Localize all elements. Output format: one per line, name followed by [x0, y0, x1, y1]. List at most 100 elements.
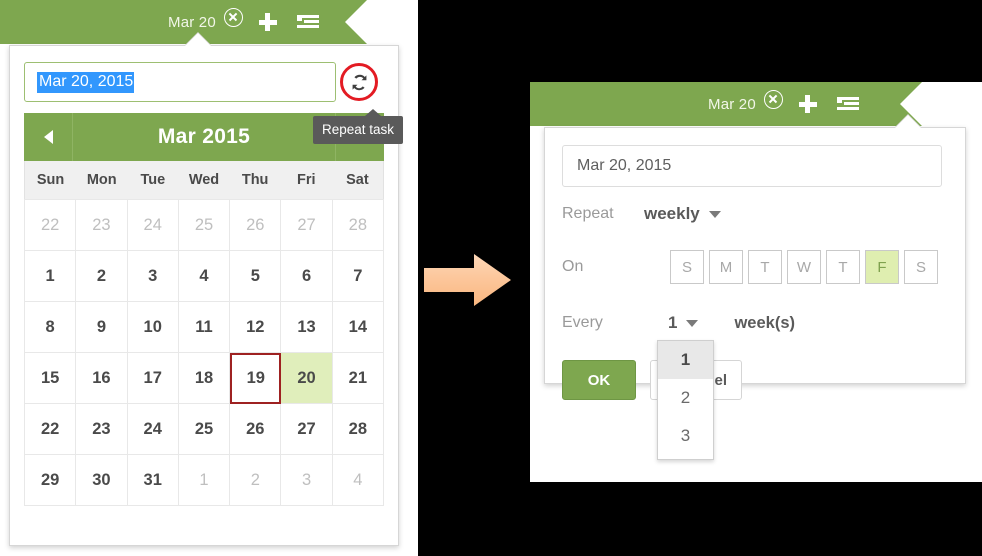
calendar-weekday-thu: Thu [241, 172, 269, 188]
repeat-frequency-select[interactable]: weekly [644, 204, 700, 224]
calendar-day-cell[interactable]: 19 [230, 353, 282, 404]
tooltip-text: Repeat task [322, 122, 395, 137]
interval-select-value[interactable]: 1 [668, 313, 677, 333]
weekday-toggle-5[interactable]: F [865, 250, 899, 284]
calendar-day-cell[interactable]: 23 [76, 404, 128, 455]
calendar-day-cell[interactable]: 25 [178, 200, 231, 251]
plus-icon[interactable] [798, 95, 817, 113]
right-banner-content: Mar 20 [708, 82, 859, 126]
calendar-weekday-row: Sun Mon Tue Wed Thu Fri Sat [24, 161, 384, 199]
left-banner-tip [345, 0, 367, 44]
calendar-day-cell[interactable]: 26 [230, 404, 282, 455]
calendar-day-cell[interactable]: 8 [25, 302, 77, 353]
chevron-down-icon[interactable] [708, 210, 721, 218]
chevron-left-icon [43, 130, 53, 144]
screenshot-stage: Mar 20 Mar 20, 2015 Mar 2015 Sun Mon Tue… [0, 0, 982, 556]
weekday-toggle-1[interactable]: M [709, 250, 743, 284]
indent-list-icon[interactable] [296, 14, 319, 30]
weekday-toggle-2[interactable]: T [748, 250, 782, 284]
calendar-day-cell[interactable]: 27 [281, 404, 333, 455]
right-panel: Mar 20 Mar 20, 2015 Repeat weekly On SMT… [530, 82, 982, 482]
cancel-button-label: el [714, 371, 727, 389]
dropdown-option-2[interactable]: 2 [658, 379, 713, 417]
calendar-day-cell[interactable]: 25 [178, 404, 231, 455]
on-label: On [562, 258, 584, 275]
calendar-day-cell[interactable]: 15 [25, 353, 77, 404]
calendar-day-cell[interactable]: 24 [127, 404, 179, 455]
repeat-date-input[interactable]: Mar 20, 2015 [562, 145, 942, 187]
weekday-toggle-0[interactable]: S [670, 250, 704, 284]
left-panel: Mar 20 Mar 20, 2015 Mar 2015 Sun Mon Tue… [0, 0, 418, 556]
calendar-day-cell[interactable]: 17 [127, 353, 179, 404]
repeat-task-tooltip: Repeat task [313, 109, 404, 144]
calendar-day-cell[interactable]: 16 [76, 353, 128, 404]
left-banner-date-label: Mar 20 [168, 13, 216, 31]
calendar-day-cell[interactable]: 21 [332, 353, 384, 404]
ok-button[interactable]: OK [562, 360, 636, 400]
weekday-toggle-6[interactable]: S [904, 250, 938, 284]
repeat-task-button[interactable] [340, 63, 382, 105]
ok-button-label: OK [587, 371, 611, 389]
calendar-day-cell[interactable]: 9 [76, 302, 128, 353]
calendar-day-cell[interactable]: 11 [178, 302, 231, 353]
calendar-day-cell[interactable]: 3 [127, 251, 179, 302]
calendar-weekday-fri: Fri [297, 172, 316, 188]
calendar-day-grid: 22 23 24 25 26 27 28 1 2 3 4 5 6 7 8 9 10 11 12 13 14 15 16 17 1… [24, 199, 384, 506]
calendar-day-cell[interactable]: 1 [25, 251, 77, 302]
popup-caret [185, 33, 211, 46]
calendar-day-cell[interactable]: 28 [332, 404, 384, 455]
calendar-weekday-wed: Wed [188, 172, 220, 188]
calendar-day-cell[interactable]: 31 [127, 455, 179, 506]
dropdown-options: 123 [658, 341, 713, 455]
calendar-day-cell[interactable]: 7 [332, 251, 384, 302]
calendar-day-cell[interactable]: 29 [25, 455, 77, 506]
calendar-day-cell[interactable]: 26 [230, 200, 282, 251]
repeat-date-input-value: Mar 20, 2015 [577, 157, 672, 174]
dropdown-option-3[interactable]: 3 [658, 417, 713, 455]
calendar-day-cell[interactable]: 14 [332, 302, 384, 353]
interval-unit-label: week(s) [734, 313, 795, 332]
calendar-day-cell[interactable]: 24 [127, 200, 179, 251]
right-arrow-icon [424, 254, 511, 306]
calendar-day-cell[interactable]: 13 [281, 302, 333, 353]
calendar-day-cell[interactable]: 6 [281, 251, 333, 302]
calendar-day-cell[interactable]: 22 [25, 200, 77, 251]
calendar-day-cell[interactable]: 5 [230, 251, 282, 302]
weekday-toggle-3[interactable]: W [787, 250, 821, 284]
calendar-day-cell[interactable]: 2 [76, 251, 128, 302]
calendar-day-cell[interactable]: 4 [178, 251, 231, 302]
calendar-day-cell[interactable]: 28 [332, 200, 384, 251]
calendar-day-cell[interactable]: 2 [230, 455, 282, 506]
calendar-day-cell[interactable]: 3 [281, 455, 333, 506]
calendar-day-cell[interactable]: 18 [178, 353, 231, 404]
date-input[interactable]: Mar 20, 2015 [24, 62, 336, 102]
repeat-task-dialog: Mar 20, 2015 Repeat weekly On SMTWTFS Ev… [544, 115, 966, 460]
calendar-day-cell[interactable]: 30 [76, 455, 128, 506]
repeat-frequency-row: Repeat weekly [562, 204, 721, 224]
weekday-toggle-group: SMTWTFS [670, 250, 938, 284]
date-input-value: Mar 20, 2015 [37, 71, 135, 93]
repeat-label: Repeat [562, 205, 614, 222]
interval-dropdown-list: 123 [657, 340, 714, 460]
calendar-day-cell[interactable]: 27 [281, 200, 333, 251]
right-banner-date-label: Mar 20 [708, 95, 756, 113]
repeat-sync-icon [352, 74, 367, 91]
weekday-toggle-4[interactable]: T [826, 250, 860, 284]
calendar-prev-month-button[interactable] [24, 113, 73, 161]
calendar-day-cell[interactable]: 12 [230, 302, 282, 353]
calendar-day-cell[interactable]: 20 [281, 353, 333, 404]
repeat-on-row: On SMTWTFS [562, 250, 938, 284]
circle-x-icon[interactable] [223, 8, 243, 27]
calendar-weekday-mon: Mon [86, 172, 117, 188]
calendar-day-cell[interactable]: 22 [25, 404, 77, 455]
calendar-day-cell[interactable]: 10 [127, 302, 179, 353]
calendar-day-cell[interactable]: 1 [178, 455, 231, 506]
circle-x-icon[interactable] [763, 90, 783, 109]
calendar-day-cell[interactable]: 23 [76, 200, 128, 251]
indent-list-icon[interactable] [836, 96, 859, 112]
dropdown-option-1[interactable]: 1 [658, 341, 713, 379]
calendar-day-cell[interactable]: 4 [332, 455, 384, 506]
chevron-down-icon[interactable] [686, 319, 699, 327]
plus-icon[interactable] [258, 13, 277, 31]
repeat-every-row: Every 1 week(s) [562, 313, 795, 333]
